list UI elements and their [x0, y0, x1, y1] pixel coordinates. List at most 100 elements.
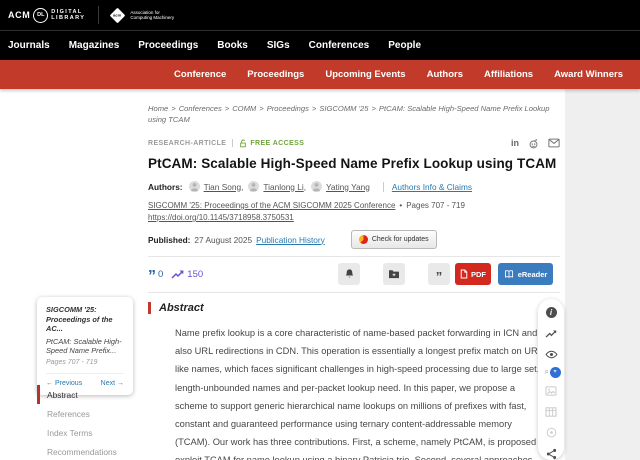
crossref-check-updates-button[interactable]: Check for updates [351, 230, 437, 249]
email-icon[interactable] [548, 138, 560, 148]
linkedin-icon[interactable]: in [511, 138, 519, 148]
ereader-label: eReader [518, 270, 548, 279]
sidebar-item-references[interactable]: References [37, 404, 137, 423]
breadcrumb-comm[interactable]: COMM [232, 104, 256, 113]
primary-nav: Journals Magazines Proceedings Books SIG… [0, 30, 640, 60]
right-gutter [565, 89, 640, 460]
metrics-button[interactable] [545, 327, 558, 340]
sidebar-item-recommendations[interactable]: Recommendations [37, 442, 137, 460]
breadcrumb-separator: > [371, 104, 375, 113]
breadcrumb-home[interactable]: Home [148, 104, 168, 113]
article-title: PtCAM: Scalable High-Speed Name Prefix L… [148, 156, 560, 171]
nav-conferences[interactable]: Conferences [309, 40, 370, 51]
citations-badge-button[interactable]: ⌕ ” [545, 369, 558, 376]
breadcrumb-separator: > [171, 104, 175, 113]
acm-dl-logo[interactable]: ACM DL DIGITAL LIBRARY [8, 8, 85, 23]
abstract-heading: Abstract [148, 302, 560, 314]
share-icons: in [511, 138, 560, 149]
sidebar-item-abstract[interactable]: Abstract [37, 385, 137, 404]
ereader-book-icon [504, 269, 514, 279]
citation-quote-icon: ” [148, 273, 156, 281]
free-access-label: FREE ACCESS [250, 140, 304, 147]
acm-logo-text: ACM [8, 10, 30, 20]
author: Tianlong Li, [248, 181, 306, 192]
authors-label: Authors: [148, 182, 183, 192]
acm-diamond-icon: acm [110, 7, 126, 23]
dot-separator: • [399, 201, 402, 210]
breadcrumb-proceedings[interactable]: Proceedings [267, 104, 309, 113]
author: Tian Song, [189, 181, 244, 192]
downloads-trend-icon [171, 269, 184, 279]
sidebar-item-index-terms[interactable]: Index Terms [37, 423, 137, 442]
card-proceedings-title[interactable]: SIGCOMM '25: Proceedings of the AC... [46, 305, 124, 334]
article-meta-row: RESEARCH-ARTICLE FREE ACCESS in [148, 138, 560, 148]
share-button[interactable] [545, 447, 558, 460]
author-link[interactable]: Tian Song [204, 182, 242, 192]
author-separator: , [304, 182, 306, 192]
published-date: 27 August 2025 [194, 235, 252, 245]
nav-people[interactable]: People [388, 40, 421, 51]
crossref-icon [359, 235, 368, 244]
pdf-label: PDF [471, 270, 486, 279]
nav-sigs[interactable]: SIGs [267, 40, 290, 51]
alert-bell-button[interactable] [338, 263, 360, 285]
venue-row: SIGCOMM '25: Proceedings of the ACM SIGC… [148, 201, 560, 210]
media-button[interactable] [545, 426, 558, 439]
venue-link[interactable]: SIGCOMM '25: Proceedings of the ACM SIGC… [148, 201, 395, 210]
authors-row: Authors: Tian Song, Tianlong Li, Yating … [148, 181, 560, 192]
subnav-award-winners[interactable]: Award Winners [554, 69, 623, 80]
downloads-count: 150 [187, 269, 203, 280]
author-link[interactable]: Tianlong Li [263, 182, 303, 192]
subnav-proceedings[interactable]: Proceedings [247, 69, 304, 80]
card-article-title[interactable]: PtCAM: Scalable High-Speed Name Prefix..… [46, 337, 124, 356]
acm-dl-gear-icon: DL [33, 8, 48, 23]
proceedings-card: SIGCOMM '25: Proceedings of the AC... Pt… [37, 297, 133, 395]
card-pages: Pages 707 - 719 [46, 359, 124, 366]
doi-link[interactable]: https://doi.org/10.1145/3718958.3750531 [148, 213, 294, 222]
subnav-conference[interactable]: Conference [174, 69, 226, 80]
open-lock-icon [239, 139, 247, 148]
figures-button[interactable] [545, 384, 558, 397]
nav-magazines[interactable]: Magazines [69, 40, 120, 51]
divider [148, 292, 560, 293]
author-link[interactable]: Yating Yang [326, 182, 370, 192]
site-header: ACM DL DIGITAL LIBRARY acm Association f… [0, 0, 640, 30]
cite-button[interactable]: ” [428, 263, 450, 285]
authors-divider [383, 182, 384, 192]
published-row: Published: 27 August 2025 Publication Hi… [148, 230, 560, 249]
visibility-button[interactable] [545, 348, 558, 361]
floating-toolbar: i ⌕ ” [538, 299, 564, 460]
breadcrumb-conferences[interactable]: Conferences [179, 104, 222, 113]
breadcrumb-separator: > [312, 104, 316, 113]
digital-library-text: DIGITAL LIBRARY [51, 9, 85, 22]
doi-row: https://doi.org/10.1145/3718958.3750531 [148, 213, 560, 222]
save-to-binder-button[interactable] [383, 263, 405, 285]
association-text: Association for Computing Machinery [130, 10, 174, 21]
conference-nav: Conference Proceedings Upcoming Events A… [0, 60, 640, 89]
tables-button[interactable] [545, 405, 558, 418]
reddit-icon[interactable] [528, 138, 539, 149]
meta-divider [232, 139, 233, 147]
breadcrumb-separator: > [259, 104, 263, 113]
acm-association-logo[interactable]: acm Association for Computing Machinery [112, 10, 174, 21]
author-avatar [248, 181, 259, 192]
authors-info-claims-link[interactable]: Authors Info & Claims [392, 182, 472, 192]
published-label: Published: [148, 235, 190, 245]
publication-history-link[interactable]: Publication History [256, 235, 325, 245]
author-avatar [311, 181, 322, 192]
subnav-authors[interactable]: Authors [427, 69, 463, 80]
pdf-button[interactable]: PDF [455, 263, 491, 285]
breadcrumb-sigcomm-25[interactable]: SIGCOMM '25 [319, 104, 368, 113]
subnav-affiliations[interactable]: Affiliations [484, 69, 533, 80]
info-button[interactable]: i [545, 306, 558, 319]
article-type-label: RESEARCH-ARTICLE [148, 140, 226, 147]
author-avatar [189, 181, 200, 192]
check-updates-label: Check for updates [372, 236, 429, 243]
subnav-upcoming-events[interactable]: Upcoming Events [325, 69, 405, 80]
ereader-button[interactable]: eReader [498, 263, 553, 285]
quote-icon: ” [436, 274, 443, 280]
breadcrumb: Home>Conferences>COMM>Proceedings>SIGCOM… [148, 103, 562, 125]
nav-proceedings[interactable]: Proceedings [138, 40, 198, 51]
nav-journals[interactable]: Journals [8, 40, 50, 51]
nav-books[interactable]: Books [217, 40, 248, 51]
